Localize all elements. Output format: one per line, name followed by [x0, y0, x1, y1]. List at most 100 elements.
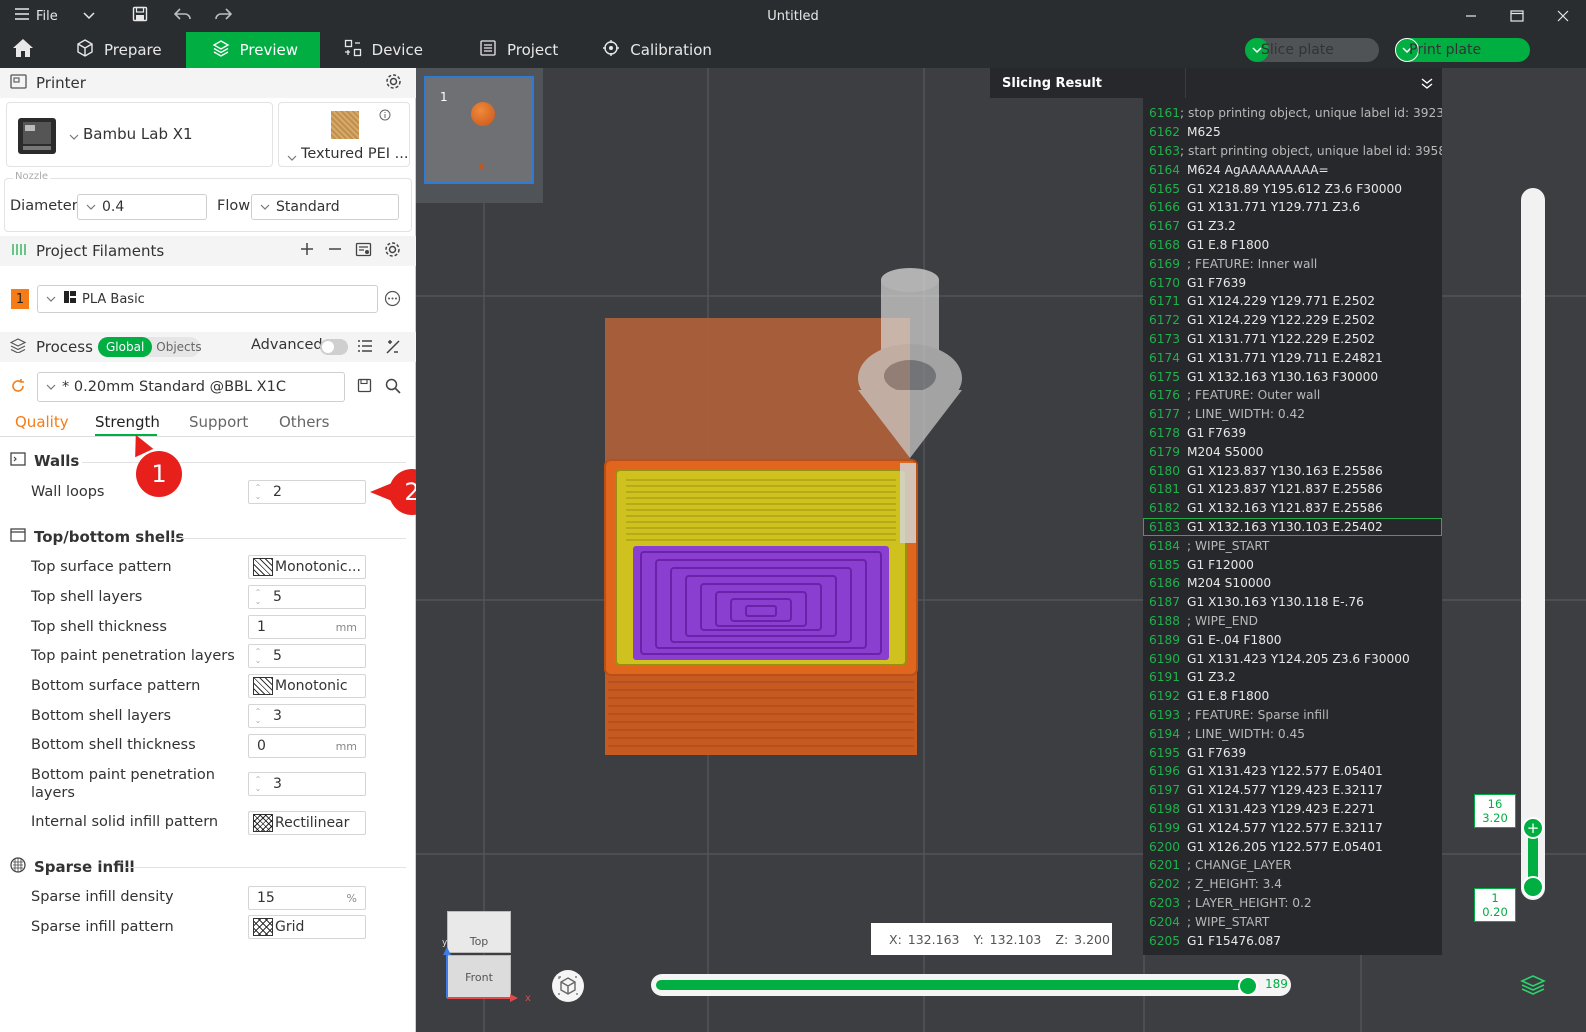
info-icon[interactable]	[379, 109, 391, 125]
plate-thumbnail-selected[interactable]: 1	[424, 76, 534, 184]
plate-type-selector[interactable]: Textured PEI ...	[278, 102, 410, 167]
gcode-line[interactable]: 6194 ; LINE_WIDTH: 0.45	[1143, 724, 1442, 743]
gcode-line[interactable]: 6178 G1 F7639	[1143, 424, 1442, 443]
top-shell-layers-input[interactable]: ⌃ ⌄ 5	[248, 585, 366, 609]
gcode-line[interactable]: 6173 G1 X131.771 Y122.229 E.2502	[1143, 330, 1442, 349]
tab-others[interactable]: Others	[279, 413, 329, 431]
redo-icon[interactable]	[214, 7, 232, 25]
remove-filament-icon[interactable]	[327, 241, 343, 261]
undo-icon[interactable]	[173, 7, 192, 25]
gcode-line[interactable]: 6197 G1 X124.577 Y129.423 E.32117	[1143, 781, 1442, 800]
gcode-line[interactable]: 6200 G1 X126.205 Y122.577 E.05401	[1143, 837, 1442, 856]
layer-slider-bottom-handle[interactable]	[1522, 876, 1544, 898]
spin-arrows-icon[interactable]: ⌃ ⌄	[249, 647, 267, 665]
gcode-line[interactable]: 6164 M624 AgAAAAAAAAA=	[1143, 160, 1442, 179]
gcode-line[interactable]: 6165 G1 X218.89 Y195.612 Z3.6 F30000	[1143, 179, 1442, 198]
filament-slot-badge[interactable]: 1	[11, 289, 29, 309]
gcode-line[interactable]: 6166 G1 X131.771 Y129.771 Z3.6	[1143, 198, 1442, 217]
gcode-line[interactable]: 6202 ; Z_HEIGHT: 3.4	[1143, 875, 1442, 894]
gcode-line[interactable]: 6185 G1 F12000	[1143, 555, 1442, 574]
gear-icon[interactable]	[385, 73, 402, 94]
layer-slider-track[interactable]	[1521, 188, 1545, 900]
gcode-line[interactable]: 6170 G1 F7639	[1143, 273, 1442, 292]
more-options-icon[interactable]	[384, 290, 401, 311]
global-toggle-option[interactable]: Global	[98, 337, 153, 357]
gcode-line[interactable]: 6169 ; FEATURE: Inner wall	[1143, 254, 1442, 273]
save-preset-icon[interactable]	[357, 378, 372, 397]
gcode-line[interactable]: 6175 G1 X132.163 Y130.163 F30000	[1143, 367, 1442, 386]
gcode-line[interactable]: 6180 G1 X123.837 Y130.163 E.25586	[1143, 461, 1442, 480]
printer-selector[interactable]: Bambu Lab X1	[6, 102, 273, 167]
tab-preview[interactable]: Preview	[185, 32, 320, 68]
slice-plate-button[interactable]: Slice plate	[1245, 38, 1379, 62]
internal-solid-infill-select[interactable]: Rectilinear	[248, 811, 366, 835]
gcode-line[interactable]: 6201 ; CHANGE_LAYER	[1143, 856, 1442, 875]
gcode-line[interactable]: 6203 ; LAYER_HEIGHT: 0.2	[1143, 894, 1442, 913]
gcode-line[interactable]: 6171 G1 X124.229 Y129.771 E.2502	[1143, 292, 1442, 311]
gcode-line[interactable]: 6188 ; WIPE_END	[1143, 612, 1442, 631]
gcode-line[interactable]: 6190 G1 X131.423 Y124.205 Z3.6 F30000	[1143, 649, 1442, 668]
process-preset-select[interactable]: * 0.20mm Standard @BBL X1C	[37, 372, 345, 402]
ams-sync-icon[interactable]	[355, 241, 372, 262]
gcode-viewer[interactable]: 6161; stop printing object, unique label…	[1143, 98, 1442, 955]
fit-view-icon[interactable]	[551, 969, 585, 1007]
maximize-button[interactable]	[1494, 0, 1540, 32]
global-objects-toggle[interactable]: Global Objects	[98, 337, 202, 357]
top-surface-pattern-select[interactable]: Monotonic...	[248, 555, 366, 579]
tab-project[interactable]: Project	[447, 32, 582, 68]
sparse-density-input[interactable]: 15 %	[248, 886, 366, 910]
gcode-line[interactable]: 6181 G1 X123.837 Y121.837 E.25586	[1143, 480, 1442, 499]
gcode-line[interactable]: 6198 G1 X131.423 Y129.423 E.2271	[1143, 800, 1442, 819]
bottom-shell-layers-input[interactable]: ⌃ ⌄ 3	[248, 704, 366, 728]
gcode-line[interactable]: 6167 G1 Z3.2	[1143, 217, 1442, 236]
tab-support[interactable]: Support	[189, 413, 248, 431]
flow-select[interactable]: Standard	[251, 194, 399, 220]
gcode-line[interactable]: 6191 G1 Z3.2	[1143, 668, 1442, 687]
gcode-line[interactable]: 6195 G1 F7639	[1143, 743, 1442, 762]
layers-view-icon[interactable]	[1520, 974, 1546, 1000]
sparse-pattern-select[interactable]: Grid	[248, 915, 366, 939]
gcode-line[interactable]: 6189 G1 E-.04 F1800	[1143, 630, 1442, 649]
gcode-line[interactable]: 6168 G1 E.8 F1800	[1143, 236, 1442, 255]
gcode-line[interactable]: 6182 G1 X132.163 Y121.837 E.25586	[1143, 499, 1442, 518]
chevron-down-icon[interactable]	[82, 8, 96, 24]
move-slider-track[interactable]	[651, 974, 1291, 996]
top-shell-thickness-input[interactable]: 1 mm	[248, 615, 366, 639]
gear-icon[interactable]	[384, 241, 401, 262]
plate-thumbnail-panel[interactable]: 1	[416, 68, 543, 203]
print-plate-button[interactable]: Print plate	[1395, 38, 1530, 62]
gcode-line[interactable]: 6187 G1 X130.163 Y130.118 E-.76	[1143, 593, 1442, 612]
gcode-line[interactable]: 6196 G1 X131.423 Y122.577 E.05401	[1143, 762, 1442, 781]
gcode-line-current[interactable]: 6183 G1 X132.163 Y130.103 E.25402	[1143, 517, 1442, 537]
reset-icon[interactable]	[10, 378, 26, 398]
wall-loops-input[interactable]: ⌃ ⌄ 2	[248, 480, 366, 504]
gcode-line[interactable]: 6186 M204 S10000	[1143, 574, 1442, 593]
close-button[interactable]	[1540, 0, 1586, 32]
diameter-select[interactable]: 0.4	[77, 194, 207, 220]
layer-slider-top-handle[interactable]: +	[1522, 817, 1544, 839]
spin-arrows-icon[interactable]: ⌃ ⌄	[249, 707, 267, 725]
gcode-line[interactable]: 6205 G1 F15476.087	[1143, 931, 1442, 950]
bottom-surface-pattern-select[interactable]: Monotonic	[248, 674, 366, 698]
tab-quality[interactable]: Quality	[15, 413, 69, 431]
bottom-shell-thickness-input[interactable]: 0 mm	[248, 734, 366, 758]
tab-prepare[interactable]: Prepare	[46, 32, 186, 68]
spin-arrows-icon[interactable]: ⌃ ⌄	[249, 483, 267, 501]
tab-device[interactable]: Device	[320, 32, 447, 68]
tab-strength[interactable]: Strength	[95, 413, 160, 431]
advanced-switch[interactable]	[320, 339, 348, 355]
move-slider-handle[interactable]	[1238, 976, 1258, 996]
tab-calibration[interactable]: Calibration	[582, 32, 736, 68]
bottom-paint-penetration-input[interactable]: ⌃ ⌄ 3	[248, 772, 366, 796]
slicing-result-header[interactable]: Slicing Result	[990, 68, 1442, 98]
gcode-line[interactable]: 6162 M625	[1143, 123, 1442, 142]
gcode-line[interactable]: 6184 ; WIPE_START	[1143, 536, 1442, 555]
search-icon[interactable]	[385, 378, 401, 398]
gcode-line[interactable]: 6176 ; FEATURE: Outer wall	[1143, 386, 1442, 405]
minimize-button[interactable]	[1448, 0, 1494, 32]
gcode-line[interactable]: 6174 G1 X131.771 Y129.711 E.24821	[1143, 348, 1442, 367]
list-icon[interactable]	[357, 339, 373, 358]
add-filament-icon[interactable]	[299, 241, 315, 261]
compare-icon[interactable]	[385, 339, 401, 359]
file-menu[interactable]: File	[14, 7, 58, 25]
